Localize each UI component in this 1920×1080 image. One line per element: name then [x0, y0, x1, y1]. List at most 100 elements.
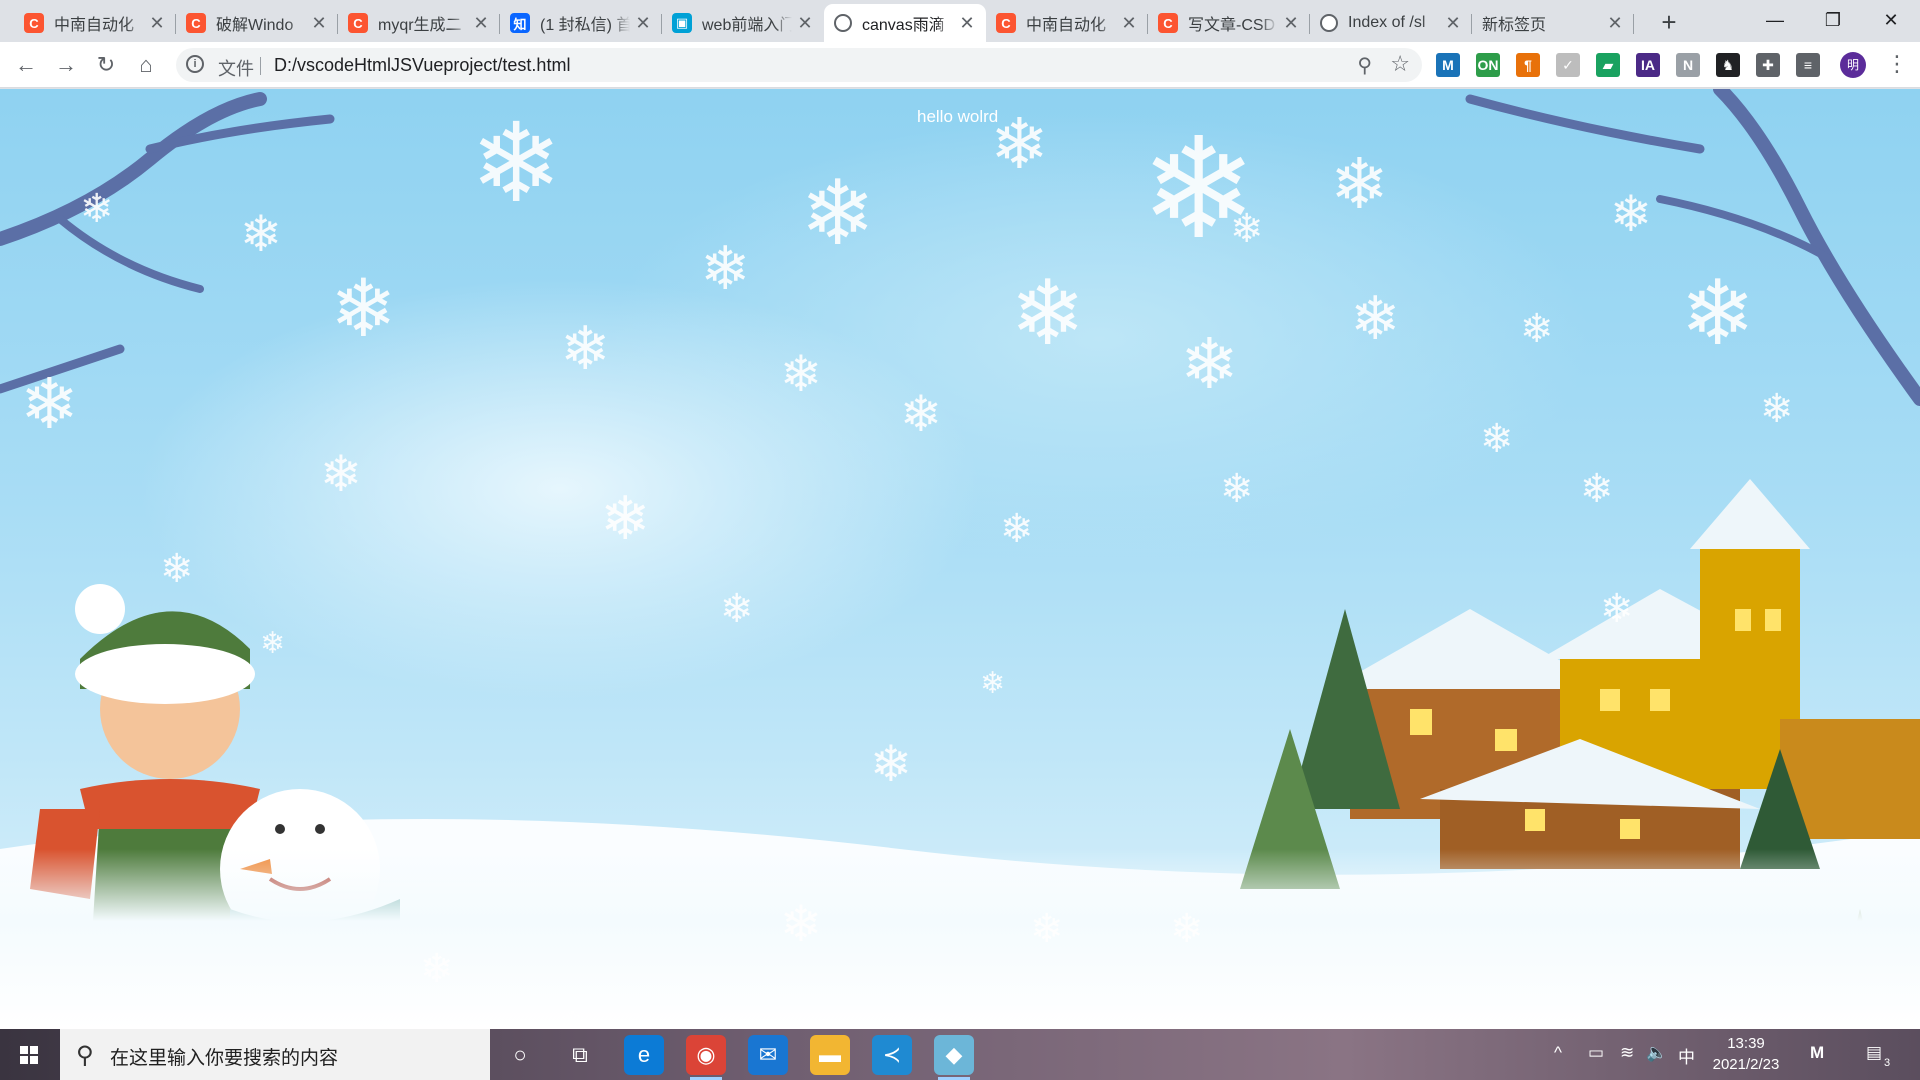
snowflake-icon: ❄ [720, 587, 754, 631]
minimize-button[interactable]: — [1746, 0, 1804, 42]
hello-text: hello wolrd [917, 107, 999, 126]
address-divider [260, 57, 261, 75]
snowflake-icon: ❄ [1580, 467, 1614, 511]
edge-icon[interactable]: e [624, 1035, 664, 1075]
reload-button[interactable]: ↻ [90, 49, 122, 81]
volume-icon[interactable]: 🔈 [1646, 1043, 1667, 1063]
browser-tab[interactable]: Cmyqr生成二 ✕ [338, 4, 500, 42]
tab-strip: C 中南自动化 ✕ C 破解Windo ✕ Cmyqr生成二 ✕ 知 (1 封私信) 首 ✕ ▣ web… [0, 0, 1920, 42]
snowy-village [1330, 479, 1920, 869]
globe-icon [1320, 14, 1338, 32]
ia-extension-icon[interactable]: IA [1636, 53, 1660, 77]
chrome-icon[interactable]: ◉ [686, 1035, 726, 1080]
tab-title: 写文章-CSD [1188, 17, 1276, 34]
taskbar-search-box[interactable]: ⚲ 在这里输入你要搜索的内容 [60, 1029, 490, 1080]
bookmark-star-icon[interactable]: ☆ [1390, 51, 1410, 77]
new-tab-button[interactable]: + [1654, 8, 1684, 38]
forward-button[interactable]: → [50, 49, 82, 81]
browser-tab[interactable]: canvas雨滴 ✕ [824, 4, 986, 42]
site-info-icon[interactable]: i [186, 55, 204, 73]
snowflake-icon: ❄ [1230, 207, 1264, 251]
n-extension-icon[interactable]: N [1676, 53, 1700, 77]
cortana-icon[interactable]: ○ [500, 1035, 540, 1075]
profile-avatar[interactable]: 明 [1840, 52, 1866, 78]
snowflake-icon: ❄ [980, 667, 1006, 700]
tab-close-icon[interactable]: ✕ [958, 13, 976, 34]
tab-separator [1633, 14, 1634, 34]
m-extension-icon[interactable]: M [1436, 53, 1460, 77]
snowflake-icon: ❄ [700, 235, 751, 302]
browser-tab[interactable]: 知 (1 封私信) 首 ✕ [500, 4, 662, 42]
snowflake-icon: ❄ [1760, 387, 1794, 431]
csdn-icon: C [186, 13, 206, 33]
check-extension-icon[interactable]: ✓ [1556, 53, 1580, 77]
battery-icon[interactable]: ▭ [1588, 1043, 1604, 1063]
media-extension-icon[interactable]: ≡ [1796, 53, 1820, 77]
wifi-icon[interactable]: ≋ [1620, 1043, 1634, 1063]
zoom-icon[interactable]: ⚲ [1357, 53, 1372, 78]
on-extension-icon[interactable]: ON [1476, 53, 1500, 77]
snowflake-icon: ❄ [1030, 907, 1064, 951]
browser-tab[interactable]: C 中南自动化 ✕ [14, 4, 176, 42]
browser-menu-button[interactable]: ⋮ [1886, 52, 1908, 78]
file-explorer-icon[interactable]: ▬ [810, 1035, 850, 1075]
window-close-button[interactable]: ✕ [1862, 0, 1920, 42]
puzzle-extension-icon[interactable]: ✚ [1756, 53, 1780, 77]
app-icon[interactable]: ◆ [934, 1035, 974, 1080]
maximize-button[interactable]: ❐ [1804, 0, 1862, 42]
snowflake-icon: ❄ [780, 896, 822, 952]
home-button[interactable]: ⌂ [130, 49, 162, 81]
tab-title: myqr生成二 [378, 17, 462, 34]
back-button[interactable]: ← [10, 49, 42, 81]
snowflake-icon: ❄ [1600, 587, 1634, 631]
winter-scene-canvas: ❄ ❄ ❄ ❄ ❄ ❄ ❄ ❄ ❄ ❄ ❄ ❄ ❄ ❄ ❄ ❄ ❄ ❄ ❄ ❄ ❄ ❄ ❄ ❄ ❄ ❄ ❄ ❄ ❄ ❄ ❄ ❄ ❄ ❄ ❄ ❄ ❄ ❄ h… [0, 89, 1920, 1029]
penguin-extension-icon[interactable]: ♞ [1716, 53, 1740, 77]
browser-tab[interactable]: C 写文章-CSD ✕ [1148, 4, 1310, 42]
snowflake-icon: ❄ [20, 365, 79, 443]
tab-close-icon[interactable]: ✕ [1120, 13, 1138, 34]
tab-title: 新标签页 [1482, 17, 1547, 34]
tray-app-icon[interactable]: M [1810, 1043, 1824, 1063]
snowflake-icon: ❄ [780, 346, 822, 402]
snowflake-icon: ❄ [420, 947, 454, 991]
tab-close-icon[interactable]: ✕ [1606, 13, 1624, 34]
snowflake-icon: ❄ [1220, 467, 1254, 511]
tab-title: Index of /sl [1348, 14, 1426, 31]
mail-icon[interactable]: ✉ [748, 1035, 788, 1075]
snowflake-icon: ❄ [1680, 264, 1756, 364]
clock-date: 2021/2/23 [1712, 1056, 1780, 1073]
browser-tab[interactable]: C 中南自动化 ✕ [986, 4, 1148, 42]
start-button[interactable] [0, 1029, 58, 1080]
snowflake-icon: ❄ [1610, 186, 1652, 242]
csdn-icon: C [1158, 13, 1178, 33]
browser-tab[interactable]: C 破解Windo ✕ [176, 4, 338, 42]
browser-tab[interactable]: ▣ web前端入门 ✕ [662, 4, 824, 42]
green-extension-icon[interactable]: ▰ [1596, 53, 1620, 77]
tab-close-icon[interactable]: ✕ [634, 13, 652, 34]
notification-center-icon[interactable]: ▤ [1866, 1043, 1882, 1063]
browser-tab[interactable]: Index of /sl ✕ [1310, 4, 1472, 42]
ime-indicator[interactable]: 中 [1678, 1043, 1695, 1068]
browser-tab[interactable]: 新标签页 ✕ [1472, 4, 1634, 42]
vscode-icon[interactable]: ≺ [872, 1035, 912, 1075]
tab-title: 中南自动化 [54, 17, 135, 34]
browser-toolbar: ← → ↻ ⌂ i 文件 D:/vscodeHtmlJSVueproject/t… [0, 42, 1920, 88]
tab-close-icon[interactable]: ✕ [796, 13, 814, 34]
task-view-icon[interactable]: ⧉ [560, 1035, 600, 1075]
url-text[interactable]: D:/vscodeHtmlJSVueproject/test.html [274, 55, 570, 76]
tab-close-icon[interactable]: ✕ [1282, 13, 1300, 34]
tab-close-icon[interactable]: ✕ [310, 13, 328, 34]
clock-time: 13:39 [1727, 1035, 1765, 1052]
taskbar-clock[interactable]: 13:39 2021/2/23 [1706, 1033, 1786, 1075]
snowflake-icon: ❄ [1330, 145, 1389, 223]
tab-close-icon[interactable]: ✕ [472, 13, 490, 34]
address-bar[interactable]: i 文件 D:/vscodeHtmlJSVueproject/test.html… [176, 48, 1422, 82]
snowflake-icon: ❄ [560, 1007, 586, 1030]
windows-taskbar: ⚲ 在这里输入你要搜索的内容 ○ ⧉ e ◉ ✉ ▬ ≺ ◆ ^ ▭ ≋ 🔈 中 13:3… [0, 1029, 1920, 1080]
snowflake-icon: ❄ [1520, 307, 1554, 351]
pilcrow-extension-icon[interactable]: ¶ [1516, 53, 1540, 77]
snowflake-icon: ❄ [600, 485, 651, 552]
tray-chevron-icon[interactable]: ^ [1554, 1043, 1562, 1063]
tab-close-icon[interactable]: ✕ [148, 13, 166, 34]
tab-close-icon[interactable]: ✕ [1444, 13, 1462, 34]
